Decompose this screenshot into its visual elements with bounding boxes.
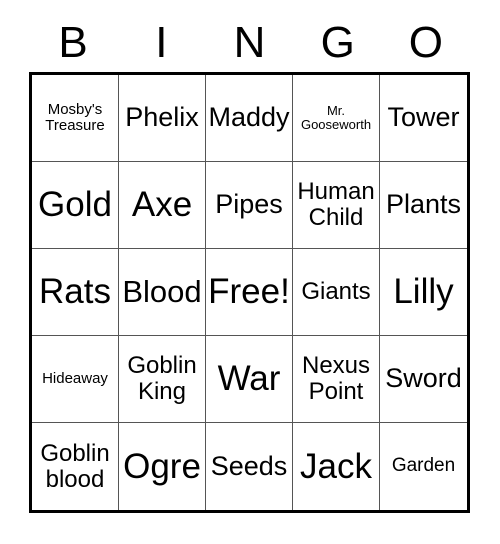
header-letter-g: G <box>320 18 355 67</box>
bingo-cell-label: Phelix <box>125 102 199 133</box>
bingo-cell[interactable]: Lilly <box>380 249 467 336</box>
bingo-cell-label: Seeds <box>210 450 288 481</box>
bingo-card: B I N G O Mosby's Treasure Phelix Maddy Mr.… <box>0 0 500 544</box>
bingo-cell-label: War <box>217 359 281 399</box>
bingo-cell[interactable]: Goblin King <box>119 336 206 423</box>
header-letter-n: N <box>233 18 266 67</box>
bingo-cell-label: Nexus Point <box>301 352 371 405</box>
bingo-cell-label: Maddy <box>208 102 290 133</box>
header-letter-o: O <box>408 18 444 67</box>
bingo-cell-label: Mosby's Treasure <box>45 100 105 134</box>
bingo-cell-label: Rats <box>39 272 111 312</box>
bingo-cell-label: Human Child <box>297 178 375 231</box>
header-letter-i: I <box>155 18 168 67</box>
header-letter-b: B <box>58 18 88 67</box>
bingo-cell-label: Free! <box>208 272 290 312</box>
bingo-cell-label: Sword <box>385 363 462 394</box>
bingo-cell[interactable]: Jack <box>293 423 380 510</box>
bingo-cell-label: Jack <box>300 446 372 486</box>
bingo-cell[interactable]: Blood <box>119 249 206 336</box>
bingo-cell-label: Ogre <box>123 446 201 486</box>
bingo-cell-label: Mr. Gooseworth <box>300 102 372 132</box>
bingo-grid: Mosby's Treasure Phelix Maddy Mr. Goosewort… <box>29 72 470 513</box>
bingo-cell[interactable]: Pipes <box>206 162 293 249</box>
bingo-cell[interactable]: Axe <box>119 162 206 249</box>
bingo-cell[interactable]: Goblin blood <box>32 423 119 510</box>
bingo-cell[interactable]: Gold <box>32 162 119 249</box>
bingo-cell-label: Pipes <box>215 189 283 220</box>
bingo-cell-label: Goblin King <box>127 352 197 405</box>
bingo-cell-label: Hideaway <box>42 369 108 387</box>
bingo-cell-label: Goblin blood <box>40 439 110 493</box>
bingo-cell[interactable]: Garden <box>380 423 467 510</box>
bingo-cell[interactable]: Nexus Point <box>293 336 380 423</box>
bingo-cell-label: Gold <box>38 185 112 225</box>
bingo-cell[interactable]: Tower <box>380 75 467 162</box>
bingo-cell[interactable]: Phelix <box>119 75 206 162</box>
bingo-cell[interactable]: War <box>206 336 293 423</box>
bingo-cell[interactable]: Giants <box>293 249 380 336</box>
bingo-cell-label: Axe <box>131 185 193 225</box>
bingo-header-row: B I N G O <box>29 14 470 72</box>
bingo-cell-label: Blood <box>122 274 202 310</box>
bingo-cell[interactable]: Ogre <box>119 423 206 510</box>
bingo-cell[interactable]: Seeds <box>206 423 293 510</box>
bingo-cell[interactable]: Rats <box>32 249 119 336</box>
bingo-cell[interactable]: Mosby's Treasure <box>32 75 119 162</box>
bingo-cell[interactable]: Human Child <box>293 162 380 249</box>
bingo-cell[interactable]: Free! <box>206 249 293 336</box>
bingo-cell-label: Tower <box>387 102 460 133</box>
bingo-cell[interactable]: Sword <box>380 336 467 423</box>
bingo-cell[interactable]: Mr. Gooseworth <box>293 75 380 162</box>
bingo-cell-label: Lilly <box>393 272 454 312</box>
bingo-cell[interactable]: Hideaway <box>32 336 119 423</box>
bingo-cell-label: Plants <box>385 189 462 220</box>
bingo-cell-label: Giants <box>301 278 371 306</box>
bingo-cell[interactable]: Maddy <box>206 75 293 162</box>
bingo-cell[interactable]: Plants <box>380 162 467 249</box>
bingo-cell-label: Garden <box>391 455 456 477</box>
